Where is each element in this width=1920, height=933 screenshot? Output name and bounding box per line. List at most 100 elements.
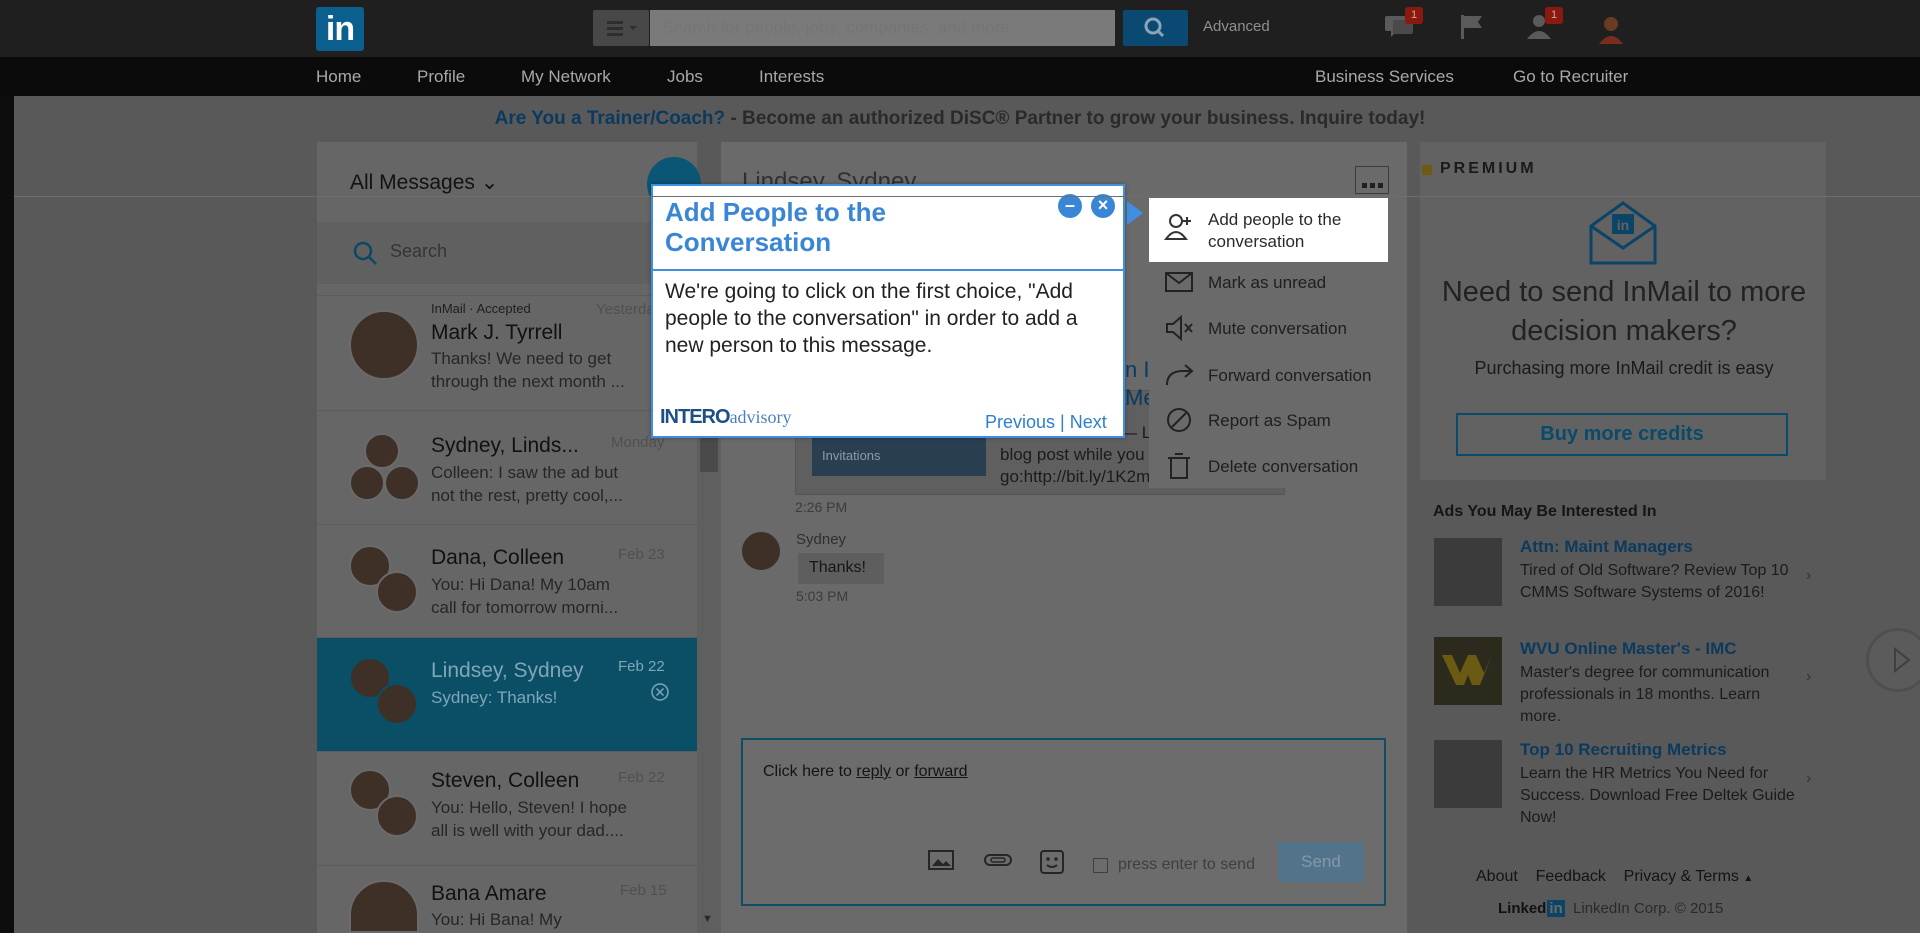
- filter-label: All Messages: [350, 171, 475, 194]
- play-button[interactable]: [1866, 628, 1920, 692]
- premium-bullet: [1422, 165, 1432, 175]
- ad-image[interactable]: [1434, 637, 1502, 705]
- attachment-icon[interactable]: [983, 850, 1013, 875]
- press-enter-checkbox[interactable]: [1093, 858, 1108, 873]
- menu-forward[interactable]: Forward conversation: [1208, 366, 1371, 386]
- link-preview-title[interactable]: n I Mes: [1125, 356, 1150, 412]
- footer-links: About Feedback Privacy & Terms ▲: [1476, 868, 1753, 886]
- nav-home[interactable]: Home: [316, 67, 361, 87]
- trash-icon: [1164, 451, 1194, 481]
- popup-title: Add People to the Conversation: [665, 197, 886, 257]
- caret-up-icon: ▲: [1743, 873, 1754, 884]
- ad-title[interactable]: Top 10 Recruiting Metrics: [1520, 740, 1727, 760]
- conversation-date: Feb 22: [618, 769, 665, 786]
- messages-badge: 1: [1405, 7, 1423, 24]
- inmail-envelope-icon: in: [1588, 200, 1658, 271]
- menu-mute[interactable]: Mute conversation: [1208, 319, 1347, 339]
- avatar: [384, 465, 420, 501]
- conversation-name: Sydney, Linds...: [431, 434, 579, 457]
- add-person-icon: [1164, 212, 1194, 242]
- inmail-subtext: Purchasing more InMail credit is easy: [1474, 358, 1774, 378]
- message-timestamp: 5:03 PM: [796, 588, 849, 604]
- menu-delete[interactable]: Delete conversation: [1208, 457, 1358, 477]
- message-timestamp: 2:26 PM: [795, 499, 848, 515]
- menu-report-spam[interactable]: Report as Spam: [1208, 411, 1331, 431]
- copyright-text: LinkedIn Corp. © 2015: [1573, 900, 1724, 917]
- main-nav: [0, 57, 1920, 96]
- message-filter-dropdown[interactable]: All Messages ⌄: [350, 170, 498, 195]
- ad-body: Learn the HR Metrics You Need for Succes…: [1520, 765, 1795, 826]
- conversation-name: Bana Amare: [431, 882, 547, 905]
- menu-add-people[interactable]: Add people to the conversation: [1208, 209, 1368, 253]
- promo-text: - Become an authorized DiSC® Partner to …: [725, 108, 1426, 129]
- wvu-logo-icon: [1442, 655, 1492, 685]
- image-icon[interactable]: [927, 848, 955, 877]
- conversation-name: Lindsey, Sydney: [431, 659, 584, 682]
- conversation-preview: Thanks! We need to get through the next …: [431, 349, 625, 391]
- nav-interests[interactable]: Interests: [759, 67, 824, 87]
- close-popup-button[interactable]: ×: [1091, 194, 1115, 218]
- promo-banner[interactable]: Are You a Trainer/Coach? - Become an aut…: [0, 96, 1920, 142]
- minus-icon: –: [1064, 195, 1075, 215]
- link-preview-image-caption: Invitations: [822, 448, 881, 463]
- nav-jobs[interactable]: Jobs: [667, 67, 703, 87]
- footer-privacy-terms[interactable]: Privacy & Terms: [1624, 868, 1739, 885]
- nav-go-to-recruiter[interactable]: Go to Recruiter: [1513, 67, 1628, 87]
- ad-image[interactable]: [1434, 538, 1502, 606]
- ad-body: Tired of Old Software? Review Top 10 CMM…: [1520, 562, 1789, 601]
- ad-title[interactable]: WVU Online Master's - IMC: [1520, 639, 1737, 659]
- nav-profile[interactable]: Profile: [417, 67, 465, 87]
- ad-title[interactable]: Attn: Maint Managers: [1520, 537, 1693, 557]
- conversation-date: Feb 15: [620, 882, 667, 899]
- chevron-right-icon[interactable]: ›: [1806, 770, 1811, 788]
- chevron-down-icon: ⌄: [480, 171, 499, 194]
- profile-avatar[interactable]: [1595, 12, 1627, 44]
- scroll-down-arrow-icon[interactable]: ▼: [702, 913, 713, 925]
- nav-business-services[interactable]: Business Services: [1315, 67, 1454, 87]
- close-circle-icon[interactable]: [650, 682, 670, 707]
- message-search-input[interactable]: Search: [390, 241, 447, 262]
- message-text: Thanks!: [809, 559, 866, 576]
- previous-button[interactable]: Previous: [985, 412, 1055, 432]
- emoji-icon[interactable]: [1039, 849, 1065, 880]
- forward-icon: [1164, 359, 1194, 389]
- search-button[interactable]: [1123, 10, 1188, 46]
- global-search-input[interactable]: [650, 10, 1115, 46]
- conversation-preview: You: Hi Bana! My: [431, 910, 562, 929]
- chevron-right-icon[interactable]: ›: [1806, 567, 1811, 585]
- conversation-date: Feb 23: [618, 546, 665, 563]
- more-options-button[interactable]: [1355, 166, 1389, 194]
- ad-image[interactable]: [1434, 740, 1502, 808]
- forward-link[interactable]: forward: [914, 763, 967, 780]
- avatar: [364, 433, 400, 469]
- minimize-popup-button[interactable]: –: [1058, 194, 1082, 218]
- conversation-date: Feb 22: [618, 658, 665, 675]
- search-category-menu-icon[interactable]: [593, 10, 649, 46]
- buy-more-credits-button[interactable]: Buy more credits: [1456, 413, 1788, 456]
- mute-icon: [1164, 313, 1194, 343]
- conversation-preview: Colleen: I saw the ad but not the rest, …: [431, 463, 623, 505]
- menu-mark-unread[interactable]: Mark as unread: [1208, 273, 1326, 293]
- avatar: [349, 465, 385, 501]
- more-dots-icon: [1362, 183, 1383, 188]
- flag-icon[interactable]: [1455, 12, 1487, 42]
- linkedin-footer-logo: Linked in: [1498, 900, 1565, 917]
- conversation-name: Mark J. Tyrrell: [431, 321, 563, 344]
- conversation-preview: You: Hi Dana! My 10am call for tomorrow …: [431, 575, 619, 617]
- linkedin-logo[interactable]: in: [316, 7, 364, 51]
- chevron-right-icon[interactable]: ›: [1806, 668, 1811, 686]
- promo-link[interactable]: Are You a Trainer/Coach?: [495, 108, 726, 129]
- footer-feedback[interactable]: Feedback: [1536, 868, 1606, 885]
- message-sender: Sydney: [796, 531, 847, 548]
- nav-my-network[interactable]: My Network: [521, 67, 611, 87]
- reply-link[interactable]: reply: [856, 763, 891, 780]
- avatar: [376, 683, 418, 725]
- send-button[interactable]: Send: [1278, 842, 1364, 882]
- popup-pointer-arrow: [1127, 201, 1143, 225]
- premium-label: PREMIUM: [1440, 160, 1537, 177]
- block-icon: [1164, 405, 1194, 435]
- inmail-tag: InMail · Accepted: [431, 301, 531, 316]
- next-button[interactable]: Next: [1070, 412, 1107, 432]
- footer-about[interactable]: About: [1476, 868, 1518, 885]
- advanced-search-link[interactable]: Advanced: [1203, 18, 1270, 35]
